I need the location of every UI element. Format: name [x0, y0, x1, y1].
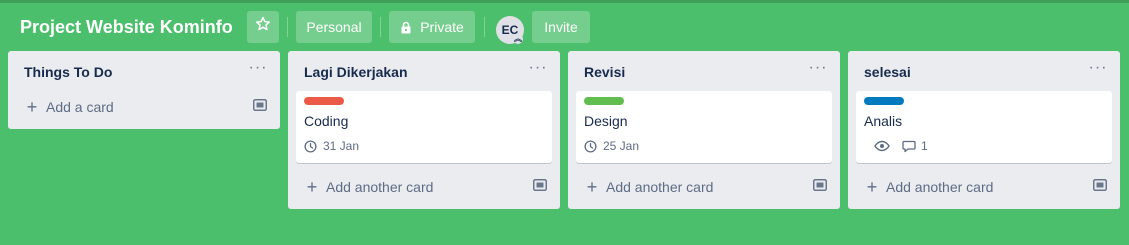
list-menu-button[interactable]: ···	[1086, 59, 1110, 83]
plus-icon: +	[586, 177, 598, 197]
admin-chevron-icon: ︽	[513, 34, 523, 44]
add-card-label: Add another card	[886, 179, 994, 195]
list-menu-button[interactable]: ···	[246, 59, 270, 83]
header-divider	[287, 17, 288, 37]
personal-label: Personal	[306, 19, 362, 35]
list-header: Things To Do ···	[8, 51, 280, 91]
list-selesai: selesai ··· Analis 1 + Add another card	[848, 51, 1120, 209]
add-card-button[interactable]: + Add another card	[856, 171, 1084, 203]
card-template-button[interactable]	[810, 177, 830, 197]
add-card-button[interactable]: + Add another card	[296, 171, 524, 203]
more-icon: ···	[528, 59, 548, 76]
template-icon	[1093, 178, 1107, 196]
card[interactable]: Coding 31 Jan	[296, 91, 552, 163]
plus-icon: +	[26, 97, 38, 117]
member-avatar[interactable]: EC ︽	[496, 16, 524, 44]
list-title[interactable]: Lagi Dikerjakan	[304, 63, 408, 81]
add-card-label: Add another card	[606, 179, 714, 195]
star-button[interactable]	[247, 11, 279, 43]
card-template-button[interactable]	[1090, 177, 1110, 197]
card-title: Coding	[304, 113, 349, 129]
plus-icon: +	[866, 177, 878, 197]
comment-count: 1	[921, 139, 928, 153]
card-label[interactable]	[584, 97, 624, 105]
private-label: Private	[420, 19, 464, 35]
more-icon: ···	[248, 59, 268, 76]
list-menu-button[interactable]: ···	[806, 59, 830, 83]
comment-icon	[902, 140, 916, 153]
board-title[interactable]: Project Website Kominfo	[20, 15, 233, 39]
header-divider	[484, 17, 485, 37]
card-title: Analis	[864, 113, 903, 129]
star-icon	[255, 11, 271, 43]
card-label[interactable]	[864, 97, 904, 105]
list-lagi-dikerjakan: Lagi Dikerjakan ··· Coding 31 Jan + Add …	[288, 51, 560, 209]
clock-icon	[584, 139, 597, 153]
more-icon: ···	[1088, 59, 1108, 76]
board-header: Project Website Kominfo Personal Private…	[0, 3, 1129, 51]
add-card-label: Add another card	[326, 179, 434, 195]
header-divider	[380, 17, 381, 37]
card-template-button[interactable]	[250, 97, 270, 117]
more-icon: ···	[808, 59, 828, 76]
card-template-button[interactable]	[530, 177, 550, 197]
plus-icon: +	[306, 177, 318, 197]
list-title[interactable]: Things To Do	[24, 63, 112, 81]
template-icon	[813, 178, 827, 196]
eye-icon	[874, 140, 890, 152]
add-card-button[interactable]: + Add another card	[576, 171, 804, 203]
invite-button[interactable]: Invite	[532, 11, 590, 43]
due-date-text: 25 Jan	[603, 139, 640, 153]
invite-label: Invite	[544, 19, 578, 35]
lock-icon	[400, 21, 412, 34]
template-icon	[533, 178, 547, 196]
template-icon	[253, 98, 267, 116]
card-title: Design	[584, 113, 628, 129]
watching-badge	[874, 137, 890, 155]
list-title[interactable]: Revisi	[584, 63, 625, 81]
clock-icon	[304, 139, 317, 153]
add-card-label: Add a card	[46, 99, 114, 115]
team-visibility-button[interactable]: Personal	[296, 11, 372, 43]
card[interactable]: Design 25 Jan	[576, 91, 832, 163]
due-date-text: 31 Jan	[323, 139, 360, 153]
add-card-button[interactable]: + Add a card	[16, 91, 244, 123]
due-date-badge[interactable]: 31 Jan	[304, 137, 359, 155]
list-title[interactable]: selesai	[864, 63, 911, 81]
due-date-badge[interactable]: 25 Jan	[584, 137, 639, 155]
card[interactable]: Analis 1	[856, 91, 1112, 163]
list-revisi: Revisi ··· Design 25 Jan + Add another c…	[568, 51, 840, 209]
list-menu-button[interactable]: ···	[526, 59, 550, 83]
list-header: Lagi Dikerjakan ···	[288, 51, 560, 91]
card-label[interactable]	[304, 97, 344, 105]
list-header: selesai ···	[848, 51, 1120, 91]
list-things-to-do: Things To Do ··· + Add a card	[8, 51, 280, 129]
list-header: Revisi ···	[568, 51, 840, 91]
privacy-button[interactable]: Private	[389, 11, 475, 43]
comments-badge: 1	[902, 137, 928, 155]
